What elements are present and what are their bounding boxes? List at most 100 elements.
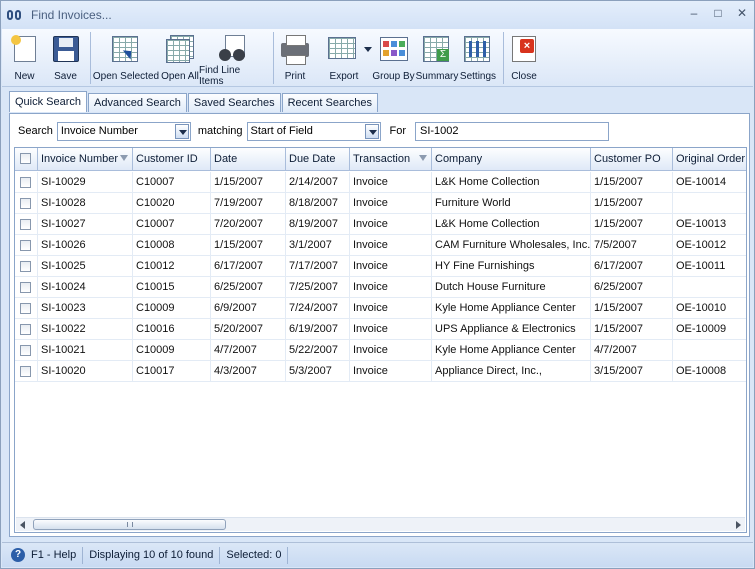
cell-original-order: OE-10010	[676, 302, 727, 314]
search-tabs: Quick Search Advanced Search Saved Searc…	[9, 91, 379, 112]
find-invoices-window: Find Invoices... – □ ✕ New Save Open Sel…	[0, 0, 755, 569]
summary-button[interactable]: Σ Summary	[415, 29, 459, 87]
grid-header: Invoice Number Customer ID Date Due Date…	[15, 148, 746, 171]
cell-due-date: 7/25/2007	[286, 277, 350, 298]
table-row[interactable]: SI-10024 C10015 6/25/2007 7/25/2007 Invoice D…	[15, 277, 746, 298]
close-label: Close	[511, 71, 537, 82]
row-checkbox[interactable]	[20, 177, 31, 188]
cell-date: 1/15/2007	[211, 172, 286, 193]
row-checkbox[interactable]	[20, 345, 31, 356]
cell-customer-po: 6/25/2007	[591, 277, 673, 298]
row-checkbox[interactable]	[20, 240, 31, 251]
cell-due-date: 6/19/2007	[286, 319, 350, 340]
table-row[interactable]: SI-10028 C10020 7/19/2007 8/18/2007 Invoice F…	[15, 193, 746, 214]
horizontal-scrollbar[interactable]	[16, 517, 745, 531]
scrollbar-thumb[interactable]	[33, 519, 226, 530]
cell-transaction: Invoice	[350, 256, 432, 277]
chevron-down-icon[interactable]	[364, 123, 379, 139]
open-selected-button[interactable]: Open Selected	[91, 29, 161, 87]
close-icon[interactable]: ✕	[736, 7, 748, 19]
column-header-invoice-number[interactable]: Invoice Number	[38, 148, 133, 171]
cell-transaction: Invoice	[350, 277, 432, 298]
match-type-select[interactable]: Start of Field	[246, 121, 381, 141]
cell-due-date: 7/24/2007	[286, 298, 350, 319]
column-header-company[interactable]: Company	[432, 148, 591, 171]
selected-count-status: Selected: 0	[220, 546, 289, 564]
search-field-value: Invoice Number	[60, 124, 138, 137]
row-checkbox[interactable]	[20, 366, 31, 377]
select-all-checkbox[interactable]	[20, 153, 31, 164]
cell-invoice-number: SI-10020	[38, 361, 133, 382]
cell-original-order: OE-10011	[676, 260, 726, 272]
cell-customer-po: 1/15/2007	[591, 172, 673, 193]
export-icon	[328, 33, 372, 65]
row-checkbox[interactable]	[20, 261, 31, 272]
scroll-right-icon[interactable]	[736, 521, 741, 529]
row-checkbox[interactable]	[20, 282, 31, 293]
column-header-due-date[interactable]: Due Date	[286, 148, 350, 171]
open-all-icon	[164, 33, 196, 65]
cell-customer-id: C10020	[133, 193, 211, 214]
table-row[interactable]: SI-10020 C10017 4/3/2007 5/3/2007 Invoice App…	[15, 361, 746, 382]
column-header-transaction[interactable]: Transaction	[350, 148, 432, 171]
print-button[interactable]: Print	[274, 29, 316, 87]
table-row[interactable]: SI-10025 C10012 6/17/2007 7/17/2007 Invoice H…	[15, 256, 746, 277]
column-header-customer-id[interactable]: Customer ID	[133, 148, 211, 171]
column-header-original-order[interactable]: Original Order	[673, 148, 746, 171]
tab-recent-searches[interactable]: Recent Searches	[281, 93, 378, 112]
chevron-down-icon[interactable]	[174, 123, 189, 139]
group-by-button[interactable]: Group By	[372, 29, 415, 87]
row-checkbox[interactable]	[20, 303, 31, 314]
table-row[interactable]: SI-10023 C10009 6/9/2007 7/24/2007 Invoice Ky…	[15, 298, 746, 319]
open-all-label: Open All	[161, 71, 199, 82]
toolbar: New Save Open Selected Open All Find Lin…	[2, 29, 753, 87]
table-row[interactable]: SI-10027 C10007 7/20/2007 8/19/2007 Invoice L…	[15, 214, 746, 235]
row-checkbox[interactable]	[20, 219, 31, 230]
cell-company: Dutch House Furniture	[432, 277, 591, 298]
row-select-cell	[15, 235, 38, 256]
column-header-customer-po[interactable]: Customer PO	[591, 148, 673, 171]
export-label: Export	[329, 71, 359, 82]
cell-company: Kyle Home Appliance Center	[432, 340, 591, 361]
cell-invoice-number: SI-10022	[38, 319, 133, 340]
table-row[interactable]: SI-10029 C10007 1/15/2007 2/14/2007 Invoice L…	[15, 172, 746, 193]
cell-due-date: 8/18/2007	[286, 193, 350, 214]
settings-button[interactable]: Settings	[459, 29, 497, 87]
cell-invoice-number: SI-10025	[38, 256, 133, 277]
export-button[interactable]: Export	[316, 29, 372, 87]
cell-original-order: OE-10014	[676, 176, 727, 188]
filter-icon[interactable]	[120, 155, 128, 161]
row-select-cell	[15, 361, 38, 382]
search-input[interactable]: SI-1002	[415, 121, 609, 141]
close-button[interactable]: × Close	[504, 29, 544, 87]
table-row[interactable]: SI-10021 C10009 4/7/2007 5/22/2007 Invoice Ky…	[15, 340, 746, 361]
maximize-icon[interactable]: □	[712, 7, 724, 19]
row-checkbox[interactable]	[20, 198, 31, 209]
cell-transaction: Invoice	[350, 361, 432, 382]
tab-saved-searches[interactable]: Saved Searches	[187, 93, 281, 112]
tab-advanced-search[interactable]: Advanced Search	[88, 93, 187, 112]
open-all-button[interactable]: Open All	[161, 29, 199, 87]
find-line-items-button[interactable]: Find Line Items	[199, 29, 267, 87]
row-select-cell	[15, 319, 38, 340]
search-field-select[interactable]: Invoice Number	[56, 121, 191, 141]
cell-customer-po: 3/15/2007	[591, 361, 673, 382]
row-select-cell	[15, 172, 38, 193]
minimize-icon[interactable]: –	[688, 7, 700, 19]
filter-icon[interactable]	[419, 155, 427, 161]
cell-customer-po: 1/15/2007	[591, 193, 673, 214]
cell-original-order	[673, 193, 746, 214]
table-row[interactable]: SI-10026 C10008 1/15/2007 3/1/2007 Invoice CA…	[15, 235, 746, 256]
column-header-date[interactable]: Date	[211, 148, 286, 171]
scroll-left-icon[interactable]	[20, 521, 25, 529]
tab-quick-search[interactable]: Quick Search	[9, 91, 88, 112]
row-checkbox[interactable]	[20, 324, 31, 335]
print-label: Print	[284, 71, 306, 82]
cell-transaction: Invoice	[350, 172, 432, 193]
chevron-down-icon[interactable]	[364, 47, 372, 52]
quick-search-panel: Search Invoice Number matching Start of …	[9, 113, 750, 537]
help-status[interactable]: F1 - Help	[25, 546, 84, 564]
table-row[interactable]: SI-10022 C10016 5/20/2007 6/19/2007 Invoice U…	[15, 319, 746, 340]
save-button[interactable]: Save	[47, 29, 84, 87]
new-button[interactable]: New	[2, 29, 47, 87]
